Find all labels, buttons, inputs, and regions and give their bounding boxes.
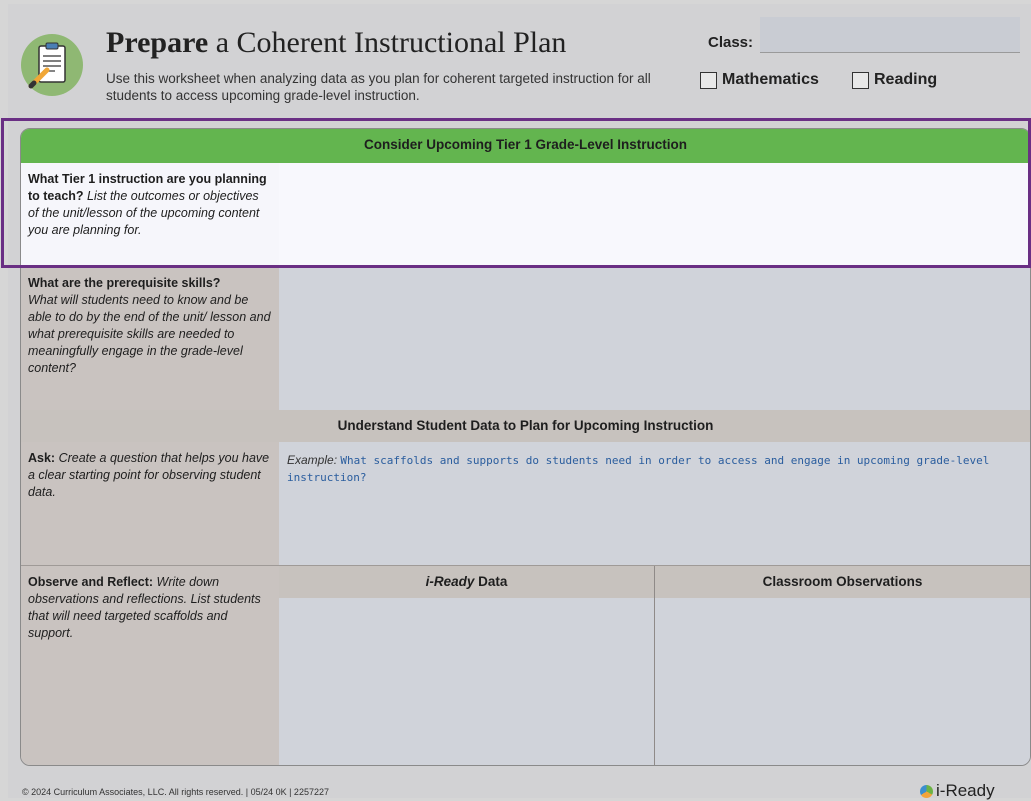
- planning-form: Consider Upcoming Tier 1 Grade-Level Ins…: [20, 128, 1031, 766]
- worksheet-icon: [21, 34, 83, 96]
- iready-logo: i-Ready: [920, 781, 995, 801]
- tier1-answer-field[interactable]: [279, 163, 1030, 266]
- worksheet-page: Prepare a Coherent Instructional Plan Us…: [8, 4, 1031, 801]
- observe-row: Observe and Reflect: Write down observat…: [21, 566, 1030, 765]
- page-subtitle: Use this worksheet when analyzing data a…: [106, 71, 651, 103]
- prereq-question: What are the prerequisite skills? What wi…: [21, 267, 279, 410]
- class-label: Class:: [708, 34, 754, 51]
- classroom-observations-field[interactable]: [655, 598, 1030, 765]
- example-text: What scaffolds and supports do students …: [287, 454, 990, 484]
- iready-logo-text: i-Ready: [936, 781, 995, 800]
- prereq-answer-field[interactable]: [279, 267, 1030, 410]
- iready-data-header: i-Ready Data: [279, 566, 654, 598]
- iready-logo-icon: [920, 784, 933, 798]
- tier1-section-header: Consider Upcoming Tier 1 Grade-Level Ins…: [21, 129, 1030, 163]
- class-input[interactable]: [760, 17, 1020, 53]
- classroom-observations-header: Classroom Observations: [655, 566, 1030, 598]
- mathematics-label: Mathematics: [722, 71, 819, 88]
- checkbox-box[interactable]: [852, 71, 869, 89]
- ask-row: Ask: Create a question that helps you ha…: [21, 442, 1030, 565]
- page-title: Prepare a Coherent Instructional Plan: [106, 26, 567, 59]
- mathematics-checkbox[interactable]: Mathematics: [700, 71, 819, 89]
- copyright-footer: © 2024 Curriculum Associates, LLC. All r…: [22, 787, 329, 797]
- ask-question: Ask: Create a question that helps you ha…: [21, 442, 279, 565]
- iready-data-field[interactable]: [279, 598, 654, 765]
- tier1-row: What Tier 1 instruction are you planning…: [21, 163, 1030, 266]
- observe-question: Observe and Reflect: Write down observat…: [21, 566, 279, 765]
- tier1-question: What Tier 1 instruction are you planning…: [21, 163, 279, 266]
- student-data-section-header: Understand Student Data to Plan for Upco…: [21, 410, 1030, 442]
- prereq-row: What are the prerequisite skills? What wi…: [21, 267, 1030, 410]
- column-divider: [654, 566, 655, 765]
- example-label: Example:: [287, 453, 338, 467]
- reading-checkbox[interactable]: Reading: [852, 71, 937, 89]
- checkbox-box[interactable]: [700, 71, 717, 89]
- ask-answer-field[interactable]: Example: What scaffolds and supports do …: [279, 442, 1030, 565]
- reading-label: Reading: [874, 71, 938, 88]
